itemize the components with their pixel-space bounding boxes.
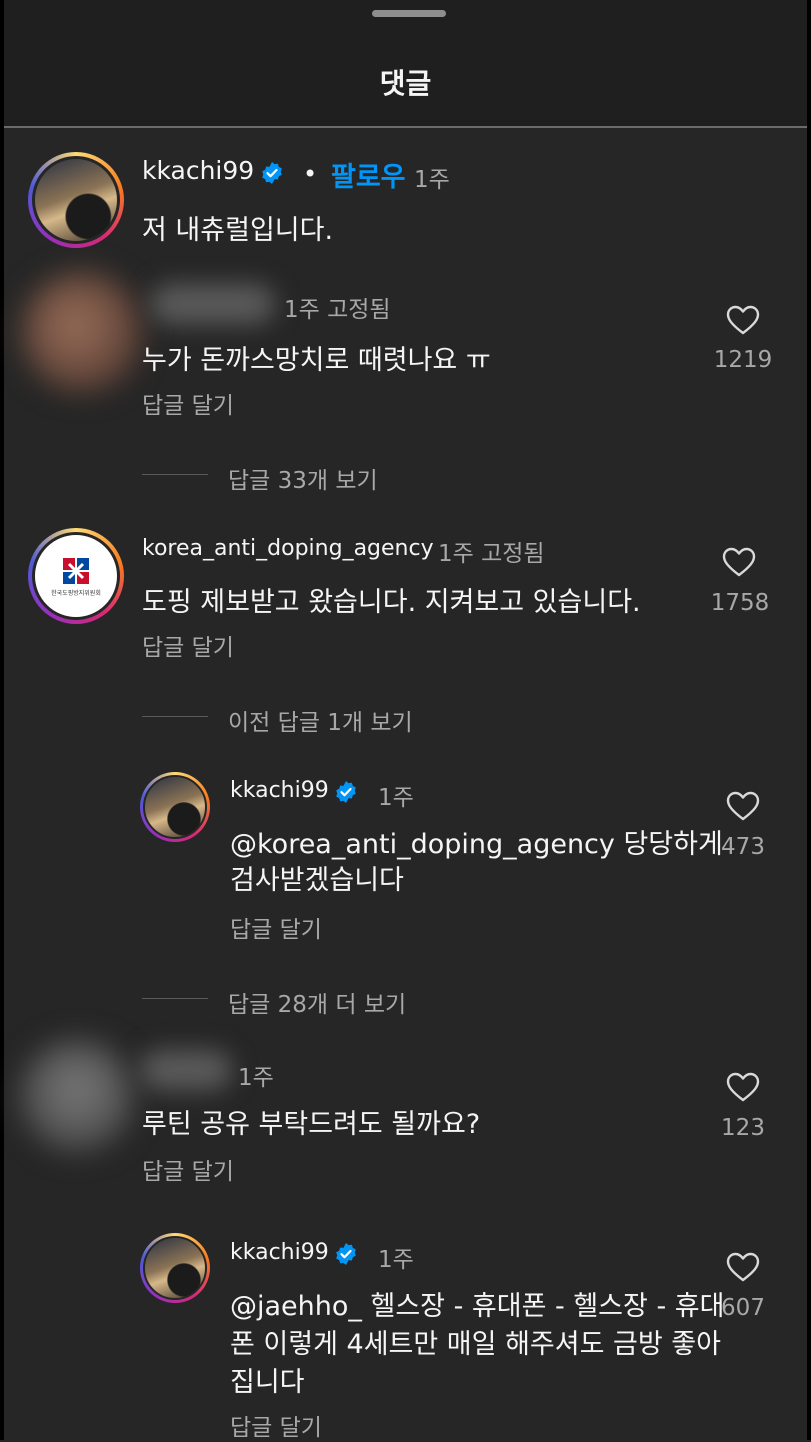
comment-meta: 1주 고정됨 bbox=[284, 297, 391, 323]
heart-icon[interactable] bbox=[726, 305, 760, 335]
comment-text: 루틴 공유 부탁드려도 될까요? bbox=[142, 1109, 481, 1140]
divider-line bbox=[142, 474, 208, 475]
reply-text-line1: @korea_anti_doping_agency 당당하게 bbox=[230, 829, 723, 860]
avatar[interactable] bbox=[28, 152, 124, 248]
comment-username[interactable] bbox=[150, 284, 275, 324]
reply-button[interactable]: 답글 달기 bbox=[230, 910, 322, 944]
separator-dot: • bbox=[303, 160, 318, 188]
comment-username[interactable]: korea_anti_doping_agency bbox=[142, 536, 434, 561]
like-count: 1758 bbox=[710, 590, 770, 616]
reply-button[interactable]: 답글 달기 bbox=[142, 1152, 234, 1186]
comment-username[interactable] bbox=[140, 1050, 232, 1090]
like-count: 607 bbox=[721, 1295, 765, 1321]
view-previous-replies-button[interactable]: 이전 답글 1개 보기 bbox=[228, 703, 413, 737]
comment-time: 1주 bbox=[414, 167, 450, 193]
verified-badge-icon bbox=[336, 1243, 356, 1265]
comment-meta: 1주 고정됨 bbox=[438, 541, 545, 567]
divider-line bbox=[142, 716, 208, 717]
kada-logo-icon bbox=[63, 557, 89, 584]
reply-button[interactable]: 답글 달기 bbox=[230, 1408, 322, 1442]
heart-icon[interactable] bbox=[726, 1072, 760, 1102]
avatar[interactable] bbox=[140, 1233, 210, 1303]
heart-icon[interactable] bbox=[726, 791, 760, 821]
reply-time: 1주 bbox=[378, 1247, 414, 1273]
avatar[interactable] bbox=[22, 272, 142, 392]
reply-text-line3: 집니다 bbox=[230, 1367, 305, 1398]
reply-username[interactable]: kkachi99 bbox=[230, 778, 329, 803]
avatar[interactable] bbox=[140, 772, 210, 842]
kada-logo-text: 한국도핑방지위원회 bbox=[51, 589, 101, 597]
avatar[interactable] bbox=[20, 1040, 134, 1152]
verified-badge-icon bbox=[336, 781, 356, 803]
reply-button[interactable]: 답글 달기 bbox=[142, 628, 234, 662]
comments-header: 댓글 bbox=[4, 0, 807, 128]
reply-text-line2: 폰 이렇게 4세트만 매일 해주셔도 금방 좋아 bbox=[230, 1329, 721, 1360]
like-count: 123 bbox=[721, 1115, 765, 1141]
like-count: 473 bbox=[721, 834, 765, 860]
like-count: 1219 bbox=[713, 347, 773, 373]
comment-text: 도핑 제보받고 왔습니다. 지켜보고 있습니다. bbox=[142, 587, 641, 618]
heart-icon[interactable] bbox=[726, 1252, 760, 1282]
view-more-replies-button[interactable]: 답글 28개 더 보기 bbox=[228, 985, 406, 1019]
comment-text: 저 내츄럴입니다. bbox=[142, 215, 334, 246]
reply-button[interactable]: 답글 달기 bbox=[142, 386, 234, 420]
comment-text: 누가 돈까스망치로 때렷나요 ㅠ bbox=[142, 345, 491, 376]
reply-text-line2: 검사받겠습니다 bbox=[230, 865, 404, 896]
drag-handle[interactable] bbox=[372, 10, 446, 17]
view-replies-button[interactable]: 답글 33개 보기 bbox=[228, 461, 378, 495]
reply-text-line1: @jaehho_ 헬스장 - 휴대폰 - 헬스장 - 휴대 bbox=[230, 1291, 725, 1322]
reply-time: 1주 bbox=[378, 785, 414, 811]
frame-right-edge bbox=[807, 0, 811, 1440]
verified-badge-icon bbox=[262, 162, 282, 184]
heart-icon[interactable] bbox=[722, 547, 756, 577]
header-title: 댓글 bbox=[379, 67, 432, 100]
comment-meta: 1주 bbox=[238, 1065, 274, 1091]
divider-line bbox=[142, 998, 208, 999]
avatar[interactable]: 한국도핑방지위원회 bbox=[28, 528, 124, 624]
reply-username[interactable]: kkachi99 bbox=[230, 1240, 329, 1265]
frame-left-edge bbox=[0, 0, 4, 1440]
comment-username[interactable]: kkachi99 bbox=[142, 156, 254, 185]
follow-button[interactable]: 팔로우 bbox=[331, 155, 406, 194]
